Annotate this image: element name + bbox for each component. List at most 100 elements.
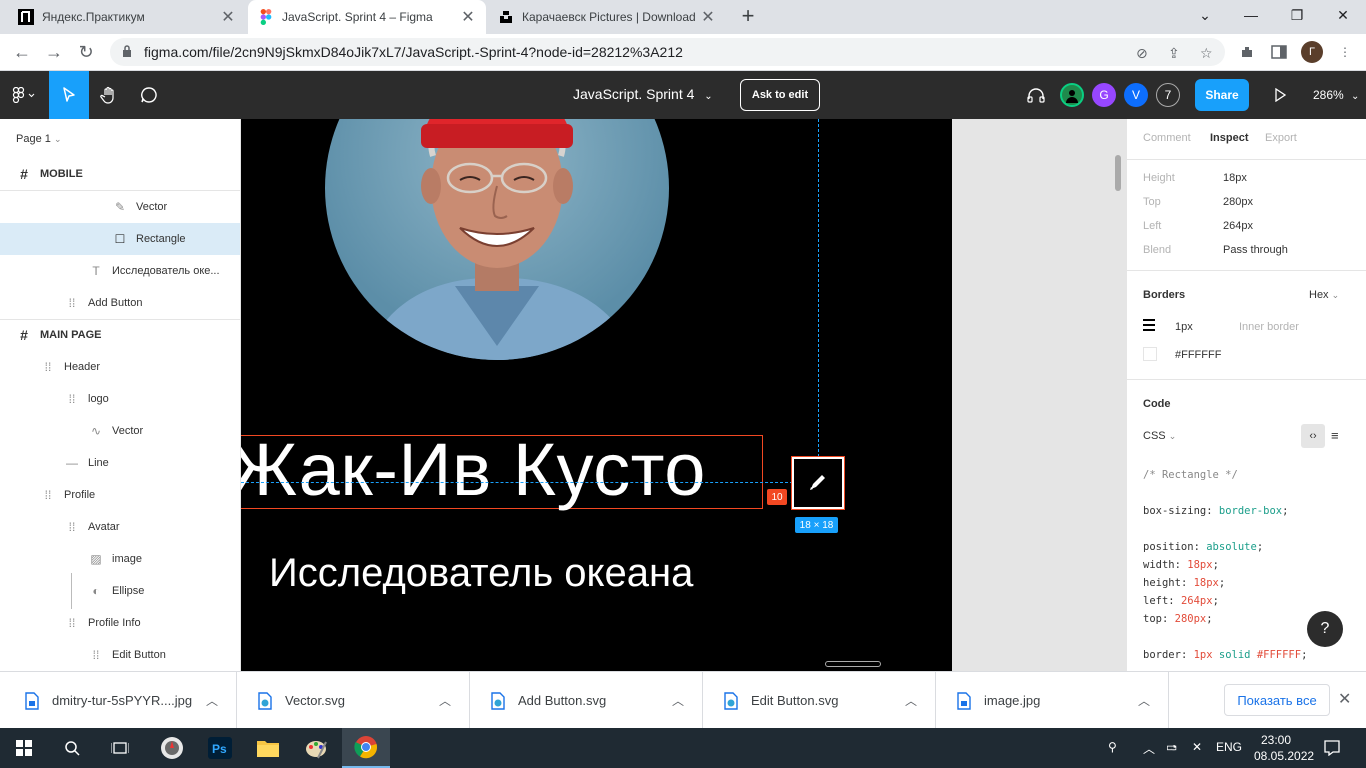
chevron-up-icon[interactable]: ︿ bbox=[433, 692, 457, 709]
download-item[interactable]: Add Button.svg ︿ bbox=[470, 672, 703, 729]
prop-left-value[interactable]: 264px bbox=[1223, 220, 1253, 232]
chevron-up-icon[interactable]: ︿ bbox=[1143, 740, 1155, 757]
notifications-icon[interactable] bbox=[1324, 740, 1340, 759]
zoom-level[interactable]: 286% ⌄ bbox=[1313, 88, 1359, 102]
chrome-icon[interactable] bbox=[342, 728, 390, 768]
tab-karachaevsk[interactable]: Карачаевск Pictures | Download ✕ bbox=[488, 0, 726, 34]
audio-headphones-icon[interactable] bbox=[1022, 71, 1050, 119]
layer-image[interactable]: ▨ image bbox=[0, 543, 240, 575]
forward-button[interactable]: → bbox=[40, 38, 68, 66]
back-button[interactable]: ← bbox=[8, 38, 36, 66]
paint-app-icon[interactable] bbox=[292, 728, 340, 768]
side-panel-icon[interactable] bbox=[1268, 41, 1290, 63]
chevron-up-icon[interactable]: ︿ bbox=[899, 692, 923, 709]
minimize-button[interactable]: — bbox=[1228, 0, 1274, 30]
chevron-up-icon[interactable]: ︿ bbox=[666, 692, 690, 709]
people-icon[interactable]: ⚲ bbox=[1108, 740, 1117, 754]
prop-blend-value[interactable]: Pass through bbox=[1223, 244, 1288, 256]
bookmark-star-icon[interactable]: ☆ bbox=[1200, 45, 1213, 62]
chevron-up-icon[interactable]: ︿ bbox=[1132, 692, 1156, 709]
extensions-icon[interactable] bbox=[1236, 41, 1258, 63]
language-indicator[interactable]: ENG bbox=[1216, 740, 1242, 754]
taskbar-clock[interactable]: 23:00 08.05.2022 bbox=[1254, 732, 1314, 764]
layer-text-subtitle[interactable]: T Исследователь оке... bbox=[0, 255, 240, 287]
wifi-icon[interactable]: ◔ bbox=[1170, 740, 1177, 754]
file-explorer-icon[interactable] bbox=[244, 728, 292, 768]
move-tool-icon[interactable] bbox=[49, 71, 89, 119]
layer-profile-info[interactable]: ⁞⁞ Profile Info bbox=[0, 607, 240, 639]
collaborators-count[interactable]: 7 bbox=[1156, 83, 1180, 107]
yandex-browser-icon[interactable] bbox=[148, 728, 196, 768]
help-button[interactable]: ? bbox=[1307, 611, 1343, 647]
tab-inspect[interactable]: Inspect bbox=[1210, 132, 1249, 144]
task-view-icon[interactable] bbox=[96, 728, 144, 768]
layer-ellipse[interactable]: ◐ Ellipse bbox=[0, 575, 240, 607]
color-swatch[interactable] bbox=[1143, 347, 1157, 361]
chevron-up-icon[interactable]: ︿ bbox=[200, 692, 224, 709]
tab-comment[interactable]: Comment bbox=[1143, 132, 1191, 144]
vertical-scrollbar[interactable] bbox=[1115, 155, 1121, 191]
layer-line[interactable]: — Line bbox=[0, 447, 240, 479]
share-page-icon[interactable]: ⇪ bbox=[1168, 45, 1180, 62]
tracking-off-icon[interactable]: ⊘ bbox=[1136, 45, 1148, 62]
close-download-bar-icon[interactable]: ✕ bbox=[1338, 689, 1351, 709]
code-language-select[interactable]: CSS ⌄ bbox=[1143, 430, 1176, 442]
tab-figma[interactable]: JavaScript. Sprint 4 – Figma ✕ bbox=[248, 0, 486, 34]
layer-rectangle[interactable]: ☐ Rectangle bbox=[0, 223, 240, 255]
profile-subtitle-text[interactable]: Исследователь океана bbox=[269, 553, 693, 593]
tab-search-icon[interactable]: ⌄ bbox=[1182, 0, 1228, 30]
present-play-icon[interactable] bbox=[1266, 71, 1294, 119]
tab-yandex-praktikum[interactable]: Яндекс.Практикум ✕ bbox=[8, 0, 246, 34]
figma-main-menu-icon[interactable] bbox=[0, 71, 48, 119]
download-item[interactable]: Edit Button.svg ︿ bbox=[703, 672, 936, 729]
volume-mute-icon[interactable]: ✕ bbox=[1192, 740, 1202, 754]
edit-button-rectangle[interactable] bbox=[791, 456, 845, 510]
download-item[interactable]: dmitry-tur-5sPYYR....jpg ︿ bbox=[4, 672, 237, 729]
chrome-menu-icon[interactable]: ⋮ bbox=[1334, 41, 1356, 63]
prop-height-value[interactable]: 18px bbox=[1223, 172, 1247, 184]
search-icon[interactable] bbox=[48, 728, 96, 768]
restore-button[interactable]: ❐ bbox=[1274, 0, 1320, 30]
document-title[interactable]: JavaScript. Sprint 4 ⌄ bbox=[573, 86, 713, 102]
show-all-downloads-button[interactable]: Показать все bbox=[1224, 684, 1330, 716]
layer-add-button[interactable]: ⁞⁞ Add Button bbox=[0, 287, 240, 319]
tab-export[interactable]: Export bbox=[1265, 132, 1297, 144]
lock-icon[interactable] bbox=[122, 44, 132, 60]
comment-tool-icon[interactable] bbox=[129, 71, 169, 119]
prop-top-value[interactable]: 280px bbox=[1223, 196, 1253, 208]
reload-button[interactable]: ↻ bbox=[72, 38, 100, 66]
layer-header[interactable]: ⁞⁞ Header bbox=[0, 351, 240, 383]
avatar-image[interactable] bbox=[325, 119, 669, 360]
ask-to-edit-button[interactable]: Ask to edit bbox=[740, 79, 820, 111]
photoshop-icon[interactable]: Ps bbox=[196, 728, 244, 768]
profile-name-text[interactable]: Жак-Ив Кусто bbox=[241, 433, 706, 507]
list-view-icon[interactable]: ≡ bbox=[1331, 428, 1339, 443]
layer-mobile[interactable]: # MOBILE bbox=[0, 158, 240, 190]
windows-start-icon[interactable] bbox=[0, 728, 48, 768]
border-color-value[interactable]: #FFFFFF bbox=[1175, 349, 1221, 361]
code-view-icon[interactable]: ‹› bbox=[1301, 424, 1325, 448]
url-field[interactable]: figma.com/file/2cn9N9jSkmxD84oJik7xL7/Ja… bbox=[110, 38, 1225, 66]
layer-profile[interactable]: ⁞⁞ Profile bbox=[0, 479, 240, 511]
close-tab-icon[interactable]: ✕ bbox=[220, 7, 236, 27]
layer-logo-vector[interactable]: ∿ Vector bbox=[0, 415, 240, 447]
border-width-value[interactable]: 1px bbox=[1175, 321, 1193, 333]
layer-vector[interactable]: ✎ Vector bbox=[0, 191, 240, 223]
collaborator-avatar-v[interactable]: V bbox=[1124, 83, 1148, 107]
artboard-main-page[interactable]: Жак-Ив Кусто 10 18 × 18 Исследователь ок… bbox=[241, 119, 952, 671]
layer-avatar[interactable]: ⁞⁞ Avatar bbox=[0, 511, 240, 543]
download-item[interactable]: Vector.svg ︿ bbox=[237, 672, 470, 729]
close-tab-icon[interactable]: ✕ bbox=[460, 7, 476, 27]
page-selector[interactable]: Page 1 ⌄ bbox=[16, 133, 61, 145]
close-window-button[interactable]: ✕ bbox=[1320, 0, 1366, 30]
horizontal-scrollbar[interactable] bbox=[825, 661, 881, 667]
collaborator-avatar[interactable] bbox=[1060, 83, 1084, 107]
download-item[interactable]: image.jpg ︿ bbox=[936, 672, 1169, 729]
profile-avatar[interactable]: Г bbox=[1301, 41, 1323, 63]
layer-logo[interactable]: ⁞⁞ logo bbox=[0, 383, 240, 415]
close-tab-icon[interactable]: ✕ bbox=[700, 7, 716, 27]
collaborator-avatar-g[interactable]: G bbox=[1092, 83, 1116, 107]
layer-edit-button[interactable]: ⁞⁞ Edit Button bbox=[0, 639, 240, 671]
share-button[interactable]: Share bbox=[1195, 79, 1249, 111]
design-canvas[interactable]: Жак-Ив Кусто 10 18 × 18 Исследователь ок… bbox=[241, 119, 1126, 671]
